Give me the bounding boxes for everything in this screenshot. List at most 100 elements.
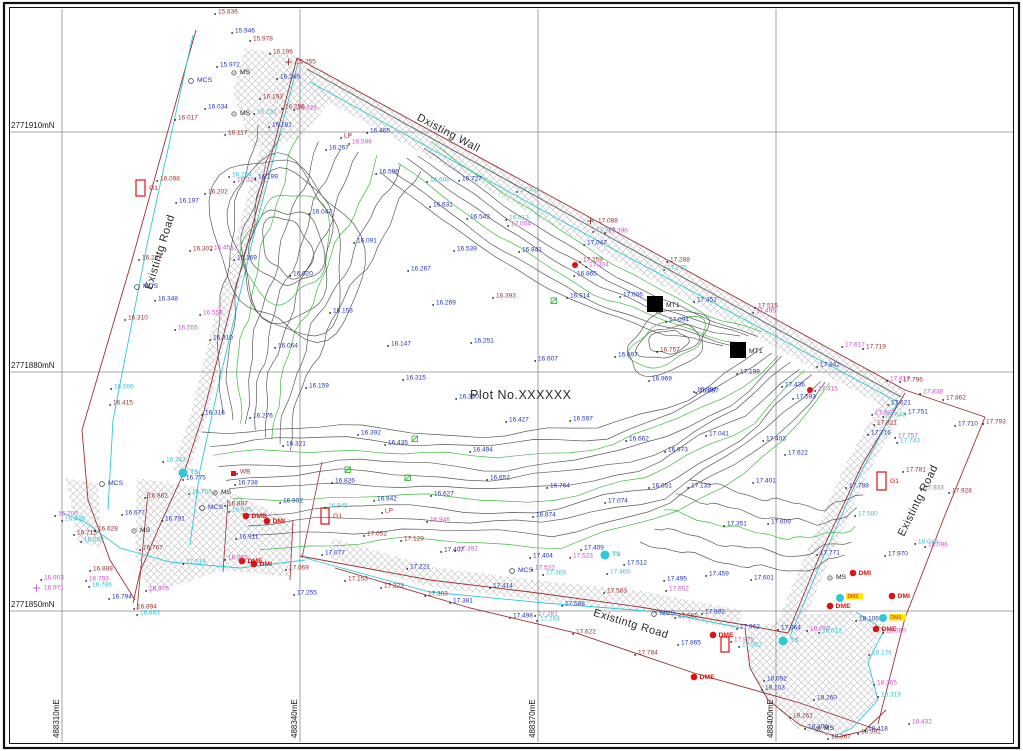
spot-tick-icon — [919, 393, 921, 395]
spot-tick-icon — [619, 296, 621, 298]
spot-elevation-label: 16.607 — [538, 356, 558, 363]
spot-tick-icon — [353, 242, 355, 244]
spot-tick-icon — [954, 425, 956, 427]
spot-elevation-label: 17.583 — [607, 588, 627, 595]
ts-marker-icon — [836, 594, 844, 602]
spot-tick-icon — [228, 511, 230, 513]
spot-elevation-label: 17.495 — [756, 308, 776, 315]
spot-tick-icon — [814, 390, 816, 392]
spot-elevation-label: 16.862 — [148, 493, 168, 500]
spot-tick-icon — [234, 484, 236, 486]
spot-elevation-label: 16.753 — [192, 489, 212, 496]
spot-elevation-label: 16.658 — [84, 537, 104, 544]
spot-tick-icon — [536, 620, 538, 622]
spot-tick-icon — [674, 617, 676, 619]
dmi-point-label: DMI — [260, 561, 273, 568]
spot-elevation-label: 17.796 — [903, 377, 923, 384]
spot-tick-icon — [873, 684, 875, 686]
ts-marker-icon — [601, 551, 610, 560]
highlighted-tag-label: DMS — [848, 594, 860, 600]
spot-elevation-label: 16.865 — [577, 271, 597, 278]
spot-tick-icon — [573, 275, 575, 277]
spot-tick-icon — [329, 312, 331, 314]
spot-elevation-label: 18.309 — [808, 724, 828, 731]
spot-tick-icon — [259, 98, 261, 100]
ts-station-label: TS — [612, 551, 621, 558]
spot-elevation-label: 18.080 — [886, 628, 906, 635]
spot-tick-icon — [871, 414, 873, 416]
spot-elevation-label: 16.267 — [411, 266, 431, 273]
spot-tick-icon — [750, 579, 752, 581]
spot-tick-icon — [738, 646, 740, 648]
ms-station-label: MS — [836, 574, 847, 581]
spot-elevation-label: 16.851 — [652, 483, 672, 490]
spot-tick-icon — [845, 487, 847, 489]
spot-tick-icon — [406, 568, 408, 570]
spot-tick-icon — [466, 218, 468, 220]
spot-elevation-label: 16.315 — [406, 375, 426, 382]
spot-tick-icon — [440, 551, 442, 553]
spot-tick-icon — [253, 113, 255, 115]
spot-tick-icon — [781, 386, 783, 388]
ms-station-label: MS — [140, 527, 151, 534]
spot-elevation-label: 15.836 — [218, 9, 238, 16]
spot-tick-icon — [784, 454, 786, 456]
spot-tick-icon — [85, 580, 87, 582]
spot-tick-icon — [648, 487, 650, 489]
spot-elevation-label: 16.791 — [165, 516, 185, 523]
spot-elevation-label: 17.716 — [871, 430, 891, 437]
spot-elevation-label: 16.427 — [509, 417, 529, 424]
spot-tick-icon — [505, 219, 507, 221]
spot-elevation-label: LP — [385, 508, 393, 515]
spot-elevation-label: 17.041 — [709, 431, 729, 438]
spot-tick-icon — [948, 492, 950, 494]
spot-elevation-label: 16.147 — [391, 341, 411, 348]
spot-elevation-label: 16.539 — [457, 246, 477, 253]
spot-tick-icon — [432, 304, 434, 306]
mcs-station-label: MCS — [660, 610, 676, 617]
drawing-canvas[interactable]: 2771910mN2771880mN2771850mN488310mE48834… — [0, 0, 1023, 751]
spot-tick-icon — [580, 549, 582, 551]
spot-tick-icon — [282, 445, 284, 447]
spot-tick-icon — [458, 180, 460, 182]
spot-tick-icon — [424, 595, 426, 597]
spot-tick-icon — [89, 570, 91, 572]
spot-tick-icon — [139, 549, 141, 551]
spot-tick-icon — [325, 149, 327, 151]
plot-number-label: Plot No.XXXXXX — [470, 388, 572, 402]
survey-point-icon-dmi — [251, 561, 258, 568]
easting-label: 488370mE — [528, 699, 537, 738]
ms-marker-dot — [233, 72, 234, 73]
easting-label: 488400mE — [766, 699, 775, 738]
spot-elevation-label: 17.392 — [458, 546, 478, 553]
spot-tick-icon — [509, 617, 511, 619]
spot-tick-icon — [454, 550, 456, 552]
spot-elevation-label: 16.307 — [193, 246, 213, 253]
spot-tick-icon — [736, 373, 738, 375]
spot-elevation-label: 17.052 — [367, 531, 387, 538]
spot-elevation-label: 16.965 — [228, 555, 248, 562]
spot-elevation-label: 16.064 — [278, 343, 298, 350]
survey-point-icon-dmi — [889, 593, 896, 600]
spot-tick-icon — [579, 261, 581, 263]
spot-elevation-label: 16.202 — [208, 189, 228, 196]
spot-tick-icon — [942, 399, 944, 401]
ts-station-label: TS — [790, 637, 799, 644]
spot-tick-icon — [110, 388, 112, 390]
spot-tick-icon — [693, 301, 695, 303]
spot-tick-icon — [293, 594, 295, 596]
spot-elevation-label: 16.976 — [149, 586, 169, 593]
spot-tick-icon — [426, 181, 428, 183]
spot-tick-icon — [407, 270, 409, 272]
spot-tick-icon — [623, 564, 625, 566]
dmi-point-label: DMI — [898, 593, 911, 600]
spot-elevation-label: 16.269 — [436, 300, 456, 307]
spot-elevation-label: 18.319 — [881, 692, 901, 699]
spot-elevation-label: 16.196 — [273, 49, 293, 56]
spot-elevation-label: 16.251 — [474, 338, 494, 345]
spot-elevation-label: 16.197 — [179, 198, 199, 205]
spot-elevation-label: 16.020 — [293, 271, 313, 278]
spot-tick-icon — [924, 546, 926, 548]
spot-elevation-label: 17.004 — [511, 221, 531, 228]
spot-elevation-label: 17.255 — [297, 590, 317, 597]
